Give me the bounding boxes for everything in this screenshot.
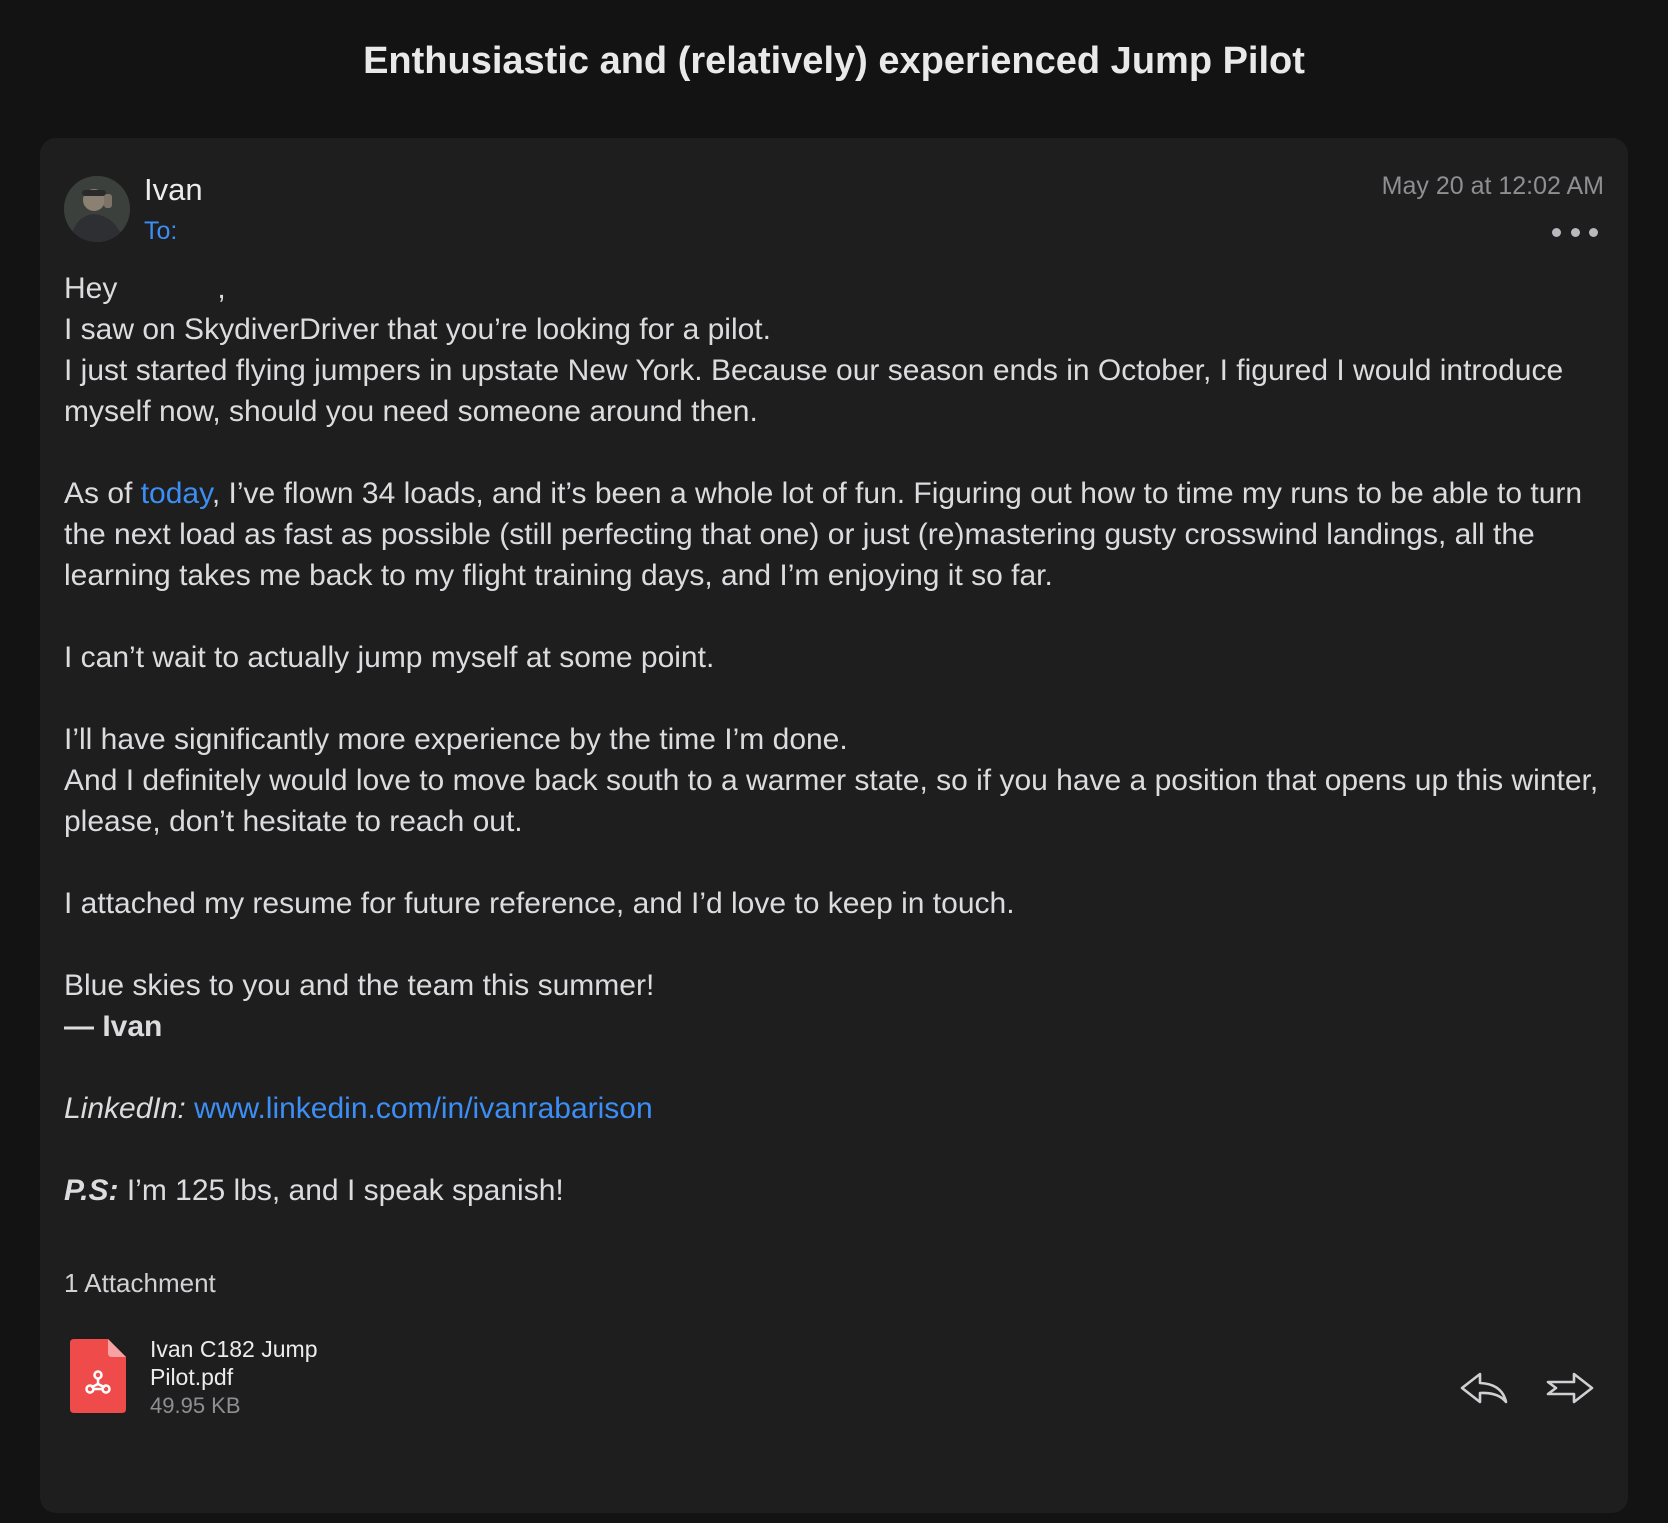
greeting: Hey	[64, 272, 118, 305]
recipient-to-label[interactable]: To:	[144, 217, 177, 246]
reply-icon[interactable]	[1458, 1368, 1510, 1408]
greeting-line: Hey,	[64, 268, 1604, 309]
body-line-2: I just started flying jumpers in upstate…	[64, 354, 1564, 428]
attachment-size: 49.95 KB	[150, 1393, 241, 1418]
forward-icon[interactable]	[1544, 1368, 1596, 1408]
attachment-item[interactable]: Ivan C182 Jump Pilot.pdf 49.95 KB	[64, 1335, 394, 1423]
body-paragraph-5: I attached my resume for future referenc…	[64, 887, 1015, 920]
pdf-file-icon	[70, 1339, 126, 1413]
sender-name[interactable]: Ivan	[144, 172, 203, 208]
message-card: Ivan To: May 20 at 12:02 AM Hey, I saw o…	[40, 138, 1628, 1513]
signature: — Ivan	[64, 1010, 163, 1043]
body-paragraph-4-line-2: And I definitely would love to move back…	[64, 764, 1599, 838]
message-body: Hey, I saw on SkydiverDriver that you’re…	[64, 268, 1604, 1211]
greeting-comma: ,	[217, 272, 226, 305]
ps-text: I’m 125 lbs, and I speak spanish!	[118, 1174, 564, 1207]
ps-line: P.S: I’m 125 lbs, and I speak spanish!	[64, 1170, 1604, 1211]
closing-line: Blue skies to you and the team this summ…	[64, 969, 655, 1002]
more-options-icon[interactable]	[1552, 222, 1598, 242]
linkedin-label: LinkedIn:	[64, 1092, 186, 1125]
linkedin-link[interactable]: www.linkedin.com/in/ivanrabarison	[194, 1092, 653, 1125]
ps-label: P.S:	[64, 1174, 119, 1207]
linkedin-line: LinkedIn: www.linkedin.com/in/ivanrabari…	[64, 1088, 1604, 1129]
body-paragraph-3: I can’t wait to actually jump myself at …	[64, 641, 715, 674]
message-date: May 20 at 12:02 AM	[1381, 172, 1604, 200]
today-date-link[interactable]: today	[141, 477, 212, 510]
email-subject: Enthusiastic and (relatively) experience…	[363, 40, 1305, 82]
body-paragraph-4-line-1: I’ll have significantly more experience …	[64, 723, 848, 756]
body-paragraph-2: As of today, I’ve flown 34 loads, and it…	[64, 477, 1583, 592]
avatar[interactable]	[64, 176, 130, 242]
attachment-name: Ivan C182 Jump Pilot.pdf	[150, 1336, 318, 1390]
attachment-count: 1 Attachment	[64, 1268, 216, 1298]
body-line-1: I saw on SkydiverDriver that you’re look…	[64, 313, 771, 346]
